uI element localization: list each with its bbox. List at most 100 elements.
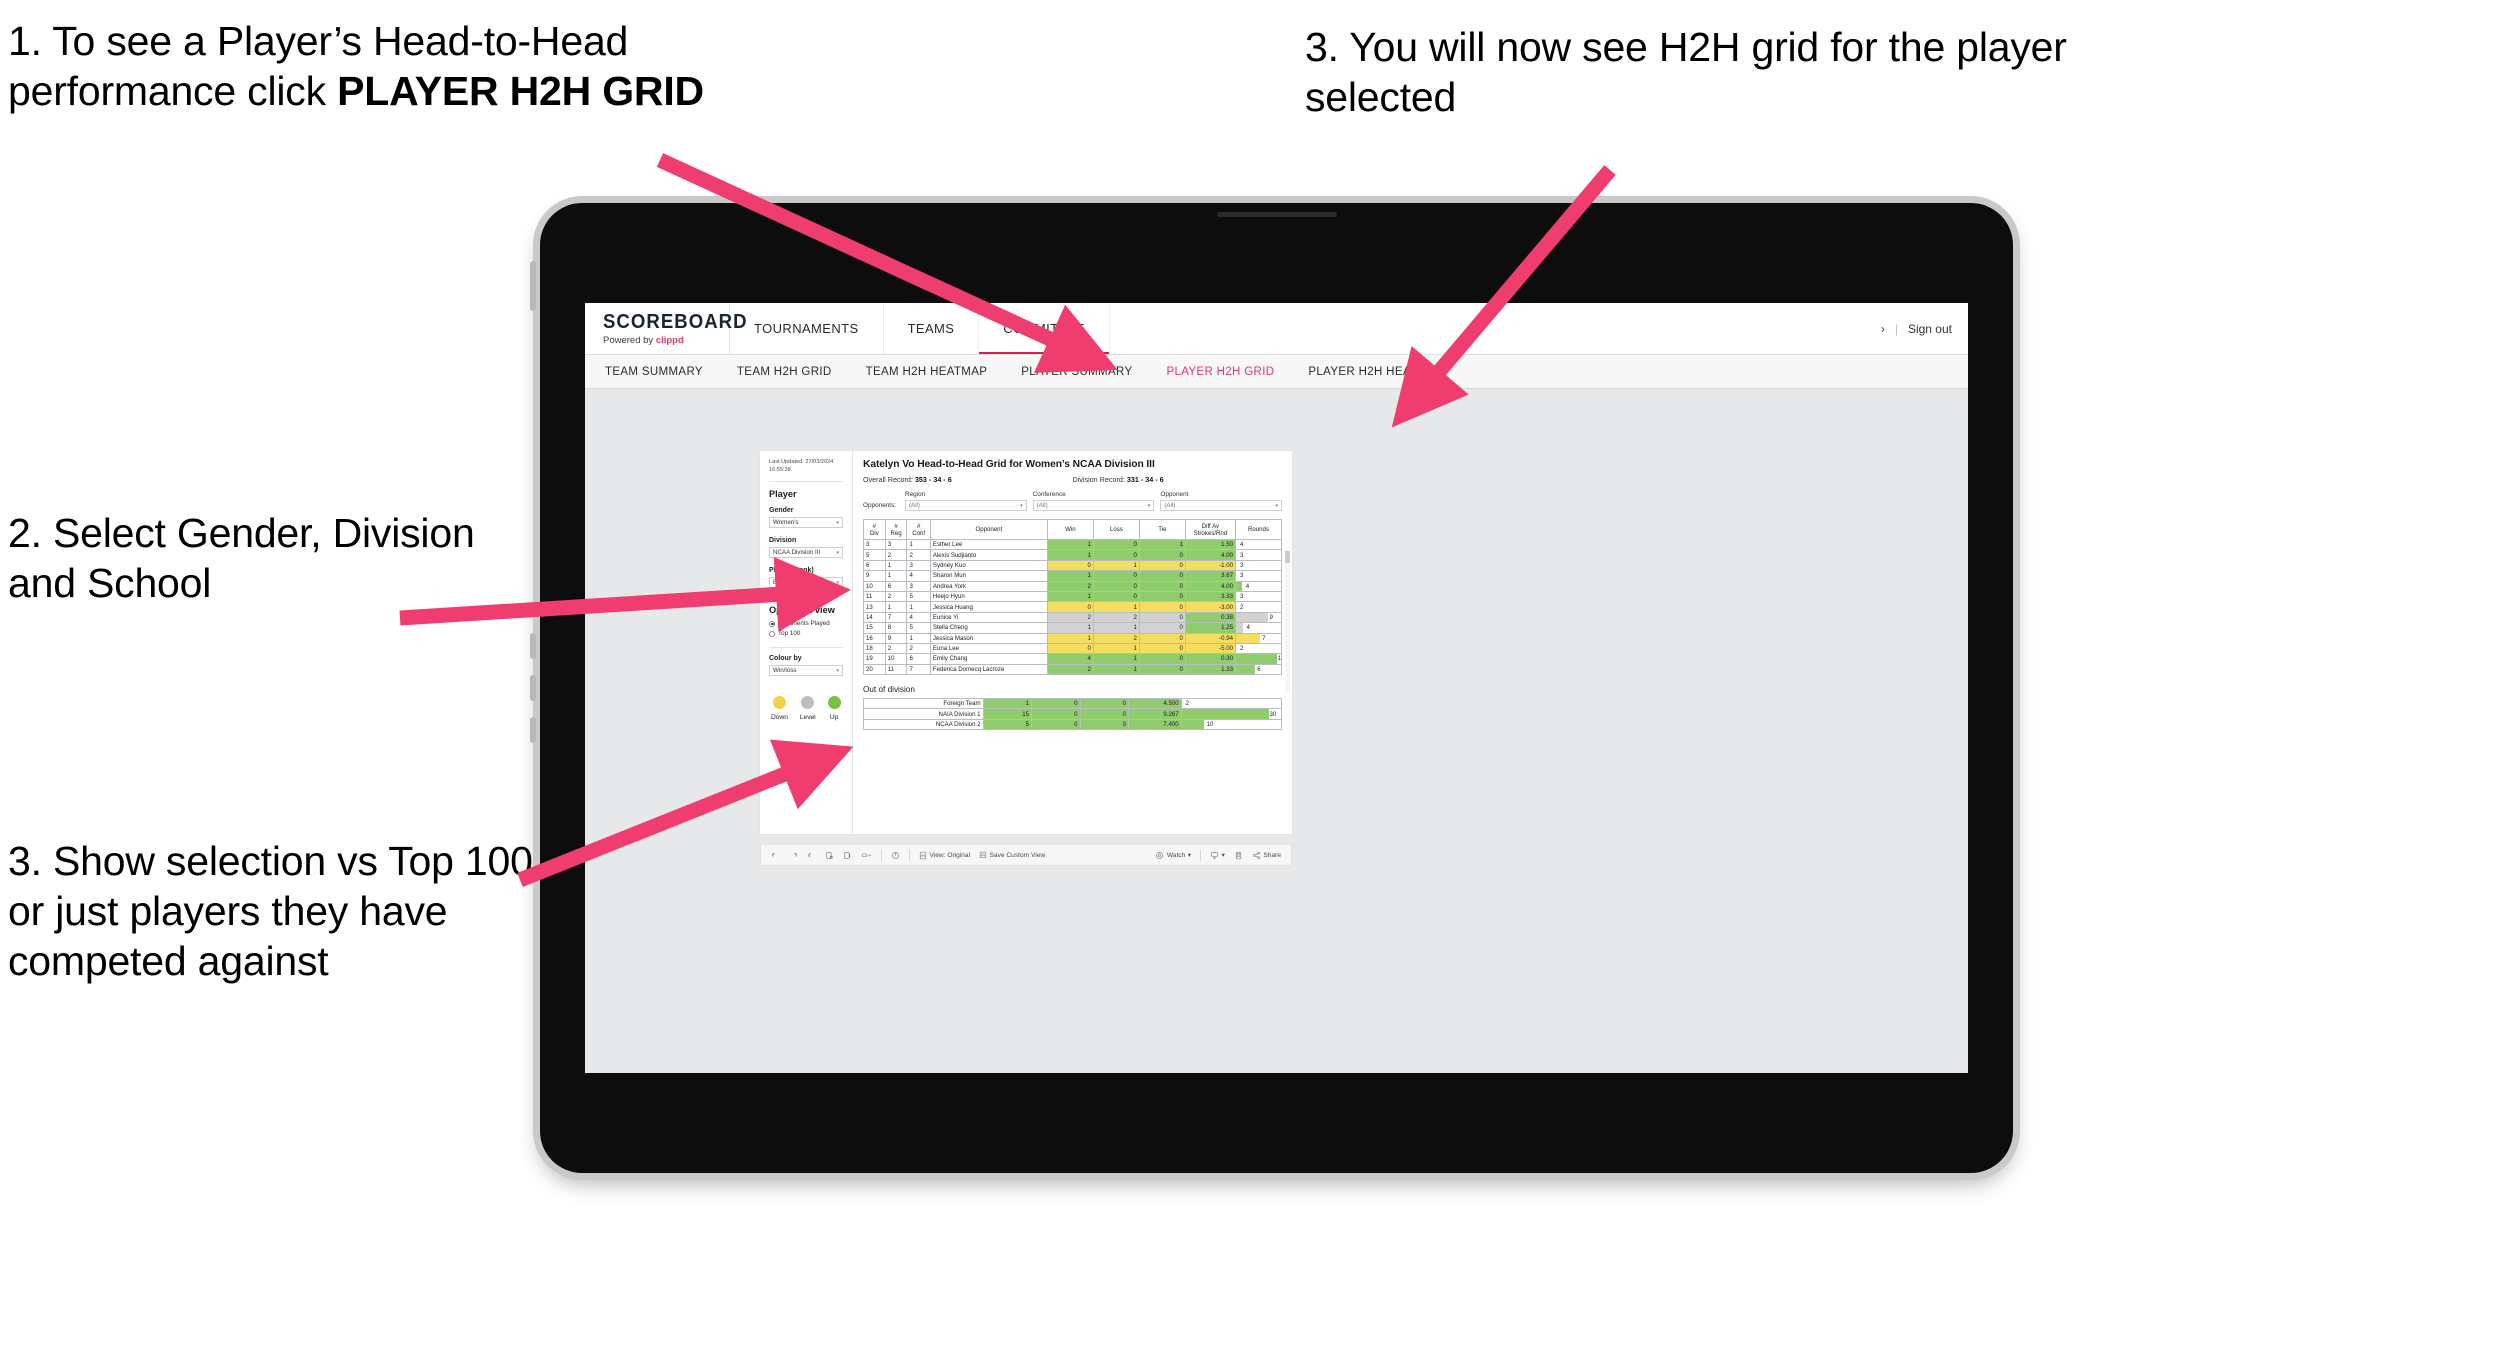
redo-icon[interactable] [789, 851, 798, 860]
filter-player-rank-select[interactable]: B. Katelyn Vo ▾ [769, 577, 843, 589]
subnav-item-player-summary[interactable]: PLAYER SUMMARY [1021, 366, 1132, 378]
callout-step-3: 3. Show selection vs Top 100 or just pla… [8, 838, 533, 985]
cell-loss: 0 [1092, 538, 1140, 551]
refresh-data-icon[interactable] [825, 851, 834, 860]
panel-divider-2 [769, 597, 843, 599]
cell-reg: 2 [884, 549, 908, 561]
pause-icon[interactable] [891, 851, 900, 860]
subnav-item-team-summary[interactable]: TEAM SUMMARY [605, 366, 703, 378]
table-row[interactable]: 13 1 1 Jessica Huang 0 1 0 -3.00 2 [863, 601, 1283, 613]
filter-gender-select[interactable]: Women's ▾ [769, 517, 843, 529]
view-original-button[interactable]: View: Original [919, 851, 970, 860]
cell-div: 19 [863, 653, 886, 665]
header-actions: › | Sign out [1881, 303, 1968, 354]
filter-division-select[interactable]: NCAA Division III ▾ [769, 547, 843, 559]
workbook-area: Last Updated: 27/03/2024 16:55:38 Player… [585, 389, 1968, 1073]
cell-reg: 1 [884, 601, 908, 613]
out-of-division-row[interactable]: Foreign Team 1 0 0 4.500 2 [863, 698, 1283, 710]
cell-tie: 0 [1138, 642, 1186, 655]
subnav-item-player-h2h-grid[interactable]: PLAYER H2H GRID [1166, 366, 1274, 378]
cell-diff-av-strokes: -0.94 [1184, 632, 1236, 644]
col-diff-av-strokes: Diff Av Strokes/Rnd [1184, 519, 1236, 540]
table-row[interactable]: 6 1 3 Sydney Kuo 0 1 0 -1.00 3 [863, 559, 1283, 572]
panel-divider-1 [769, 481, 843, 483]
table-row[interactable]: 10 6 3 Andrea York 2 0 0 4.00 4 [863, 580, 1283, 592]
sign-out-link[interactable]: Sign out [1908, 322, 1952, 336]
legend-item-level: Level [800, 696, 816, 721]
cell-conf: 4 [906, 570, 931, 582]
cell-tie: 0 [1138, 590, 1186, 603]
filter-region-value: (All) [909, 502, 920, 509]
tablet-volume-up-button [530, 633, 536, 659]
table-row[interactable]: 5 2 2 Alexis Sudjianto 1 0 0 4.00 3 [863, 549, 1283, 561]
table-row[interactable]: 3 3 1 Esther Lee 1 0 1 1.50 4 [863, 538, 1283, 551]
cell-diff-av-strokes: -3.00 [1184, 601, 1236, 613]
cell-conf: 1 [906, 538, 931, 551]
table-row[interactable]: 14 7 4 Eunice Yi 2 2 0 0.38 9 [863, 611, 1283, 624]
cell-ood-win: 5 [982, 718, 1033, 731]
chevron-down-icon: ▾ [1187, 852, 1192, 859]
filter-opponent-select[interactable]: (All) ▾ [1160, 500, 1283, 511]
filter-opponent-label: Opponent [1160, 491, 1189, 498]
pause-auto-updates-icon[interactable] [843, 851, 852, 860]
cell-diff-av-strokes: 0.30 [1184, 653, 1236, 665]
cell-div: 3 [863, 538, 886, 551]
radio-on-icon [769, 620, 775, 627]
cell-conf: 3 [906, 580, 931, 592]
cell-ood-label: NAIA Division 1 [863, 708, 984, 720]
cell-opponent: Heejo Hyun [929, 590, 1048, 603]
cell-loss: 0 [1092, 590, 1140, 603]
radio-off-icon [769, 630, 775, 637]
nav-item-teams[interactable]: TEAMS [884, 303, 980, 354]
overall-record: Overall Record: 353 - 34 - 6 [863, 475, 1073, 484]
save-custom-view-button[interactable]: Save Custom View [979, 851, 1045, 860]
record-summary: Overall Record: 353 - 34 - 6 Division Re… [863, 475, 1282, 484]
share-label: Share [1263, 851, 1281, 859]
table-row[interactable]: 19106Emily Chang4100.3011 [863, 653, 1283, 665]
cell-diff-av-strokes: -5.00 [1184, 642, 1236, 655]
nav-item-tournaments[interactable]: TOURNAMENTS [730, 303, 884, 354]
subnav-item-team-h2h-heatmap[interactable]: TEAM H2H HEATMAP [866, 366, 988, 378]
presentation-mode-icon[interactable] [861, 851, 872, 860]
out-of-division-row[interactable]: NCAA Division 2 5 0 0 7.400 10 [863, 718, 1283, 731]
share-button[interactable]: Share [1252, 851, 1281, 860]
cell-reg: 11 [884, 663, 908, 676]
out-of-division-table: Foreign Team 1 0 0 4.500 2 NAIA Division 1 15 0 0… [863, 698, 1283, 731]
filter-panel: Last Updated: 27/03/2024 16:55:38 Player… [760, 451, 853, 834]
watch-button[interactable]: Watch ▾ [1155, 851, 1191, 860]
device-preview-icon[interactable] [1234, 851, 1243, 860]
screenshot-root: 1. To see a Player’s Head-to-Head perfor… [0, 0, 2512, 1352]
cell-ood-label: Foreign Team [863, 698, 984, 710]
table-row[interactable]: 18 2 2 Euna Lee 0 1 0 -5.00 2 [863, 642, 1283, 655]
out-of-division-title: Out of division [863, 685, 915, 695]
subnav-item-player-h2h-heatmap[interactable]: PLAYER H2H HEATMAP [1308, 366, 1443, 378]
revert-icon[interactable] [807, 851, 816, 860]
filter-region-select[interactable]: (All) ▾ [905, 500, 1027, 511]
cell-loss: 1 [1092, 601, 1140, 613]
cell-loss: 0 [1092, 549, 1140, 561]
table-row[interactable]: 20 11 7 Federica Domecq Lacroze 2 1 0 1.33 6 [863, 663, 1283, 676]
cell-loss: 1 [1092, 622, 1140, 634]
radio-top-100[interactable]: Top 100 [769, 630, 843, 637]
cell-diff-av-strokes: 1.33 [1184, 663, 1236, 676]
cell-div: 10 [863, 580, 886, 592]
undo-icon[interactable] [771, 851, 780, 860]
out-of-division-row[interactable]: NAIA Division 1 15 0 0 9.267 30 [863, 708, 1283, 720]
download-icon[interactable]: ▾ [1210, 851, 1225, 860]
visualization-container: Last Updated: 27/03/2024 16:55:38 Player… [760, 451, 1292, 834]
table-row[interactable]: 16 9 1 Jessica Mason 1 2 0 -0.94 7 [863, 632, 1283, 644]
filter-colour-by-select[interactable]: Win/loss ▾ [769, 665, 843, 677]
filter-conference-select[interactable]: (All) ▾ [1032, 500, 1155, 511]
scrollbar-thumb[interactable] [1285, 551, 1290, 563]
chevron-down-icon: ▾ [1020, 502, 1023, 509]
radio-opponents-played[interactable]: Opponents Played [769, 620, 843, 627]
brand-tagline: Powered by clippd [603, 335, 729, 346]
subnav-item-team-h2h-grid[interactable]: TEAM H2H GRID [737, 366, 832, 378]
table-row[interactable]: 9 1 4 Sharon Mun 1 0 0 3.67 3 [863, 570, 1283, 582]
table-vertical-scrollbar[interactable] [1285, 551, 1290, 693]
account-chevron-icon[interactable]: › [1881, 322, 1885, 336]
table-row[interactable]: 15 8 5 Stella Cheng 1 1 0 1.25 4 [863, 622, 1283, 634]
table-row[interactable]: 11 2 5 Heejo Hyun 1 0 0 3.33 3 [863, 590, 1283, 603]
brand-logo[interactable]: SCOREBOARD Powered by clippd [585, 303, 747, 354]
nav-item-committee[interactable]: COMMITTEE [979, 303, 1110, 354]
